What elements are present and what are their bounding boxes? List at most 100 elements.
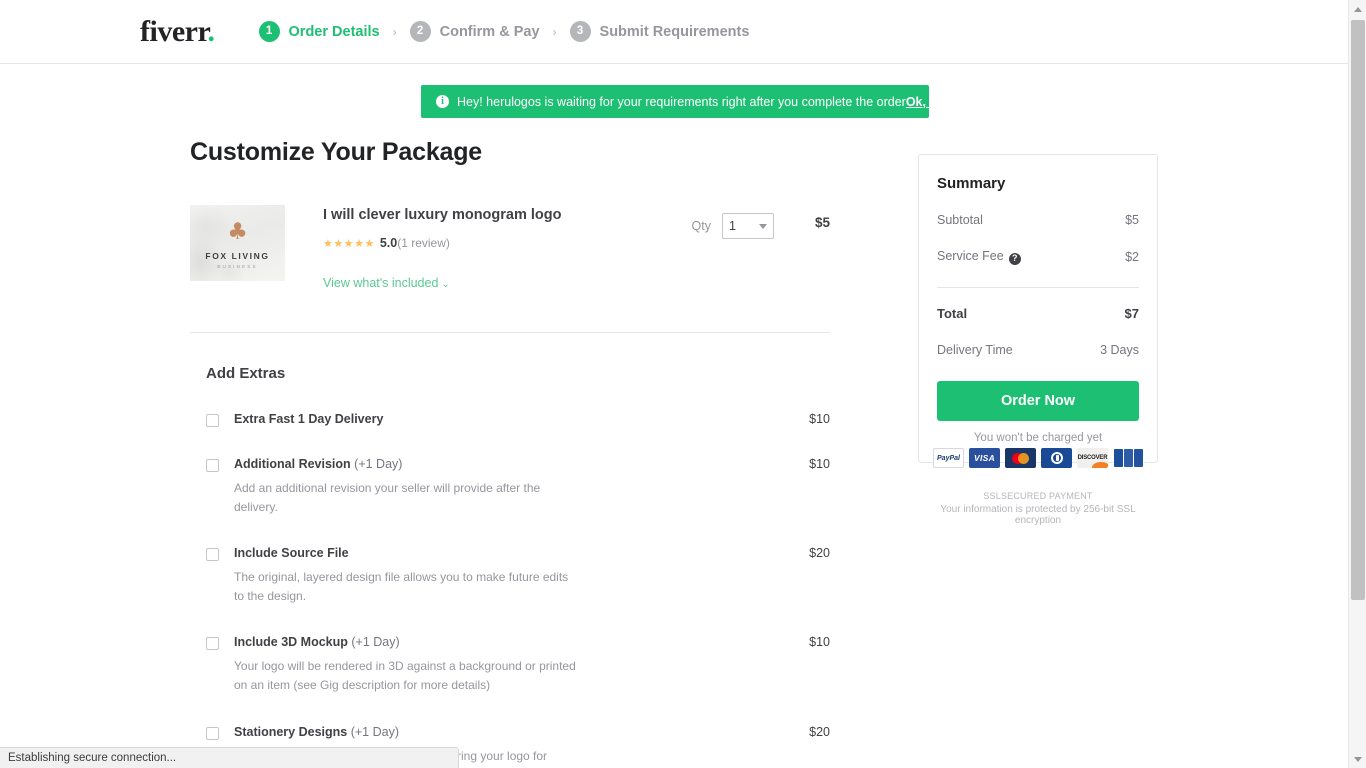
- gig-thumbnail-brand: FOX LIVING: [205, 251, 270, 261]
- page-title: Customize Your Package: [190, 138, 482, 166]
- quantity-control: Qty 1: [692, 213, 774, 239]
- diners-club-icon: [1041, 448, 1072, 468]
- page-viewport: fiverr. 1 Order Details › 2 Confirm & Pa…: [0, 0, 1366, 768]
- logo-text: fiverr: [140, 14, 208, 48]
- quantity-label: Qty: [691, 219, 711, 233]
- scrollbar-thumb[interactable]: [1351, 20, 1365, 600]
- summary-row-delivery-time: Delivery Time 3 Days: [937, 343, 1139, 357]
- extra-price: $20: [809, 724, 830, 739]
- extra-checkbox-include-3d-mockup[interactable]: [206, 637, 219, 651]
- main-content: Customize Your Package ♣ FOX LIVING BUSI…: [190, 138, 830, 768]
- requirements-notification-banner: i Hey! herulogos is waiting for your req…: [421, 85, 960, 118]
- extra-label: Include 3D Mockup (+1 Day): [234, 635, 780, 649]
- extra-price: $20: [809, 546, 830, 561]
- extra-body: Extra Fast 1 Day Delivery: [234, 412, 780, 426]
- page-scrollbar[interactable]: [1348, 0, 1366, 768]
- step-number-2: 2: [409, 21, 431, 42]
- info-icon: i: [436, 95, 449, 108]
- site-header: fiverr. 1 Order Details › 2 Confirm & Pa…: [0, 0, 1348, 64]
- step-confirm-pay[interactable]: 2 Confirm & Pay: [409, 21, 540, 42]
- scroll-up-arrow-icon[interactable]: [1349, 0, 1366, 18]
- step-order-details[interactable]: 1 Order Details: [258, 21, 380, 42]
- extra-body: Include 3D Mockup (+1 Day) Your logo wil…: [234, 635, 780, 694]
- jcb-bar-1: [1114, 449, 1123, 467]
- extra-days: (+1 Day): [347, 724, 399, 739]
- gig-rating: ★★★★★ 5.0 (1 review): [323, 236, 692, 250]
- section-divider: [190, 332, 830, 333]
- scroll-down-arrow-icon[interactable]: [1349, 750, 1366, 768]
- extra-description: Your logo will be rendered in 3D against…: [234, 659, 576, 692]
- chevron-down-icon: [759, 223, 767, 229]
- fiverr-logo[interactable]: fiverr.: [140, 15, 215, 49]
- step-label-2: Confirm & Pay: [439, 23, 540, 40]
- status-text: Establishing secure connection...: [8, 752, 177, 764]
- paypal-icon: PayPal: [933, 448, 964, 468]
- jcb-bar-3: [1134, 449, 1143, 467]
- mastercard-icon: [1005, 448, 1036, 468]
- service-fee-label: Service Fee?: [937, 249, 1021, 265]
- extra-days: (+1 Day): [350, 457, 403, 471]
- total-label: Total: [937, 305, 968, 321]
- extra-checkbox-include-source-file[interactable]: [206, 548, 219, 562]
- step-submit-requirements[interactable]: 3 Submit Requirements: [569, 21, 750, 42]
- extra-price: $10: [809, 635, 830, 650]
- extra-item: Extra Fast 1 Day Delivery $10: [206, 412, 830, 427]
- step-number-1: 1: [258, 21, 280, 42]
- banner-dismiss-button[interactable]: Ok, got it: [906, 95, 960, 109]
- extra-item: Additional Revision (+1 Day) Add an addi…: [206, 457, 830, 516]
- extra-checkbox-additional-revision[interactable]: [206, 459, 219, 472]
- extra-body: Include Source File The original, layere…: [234, 546, 780, 605]
- extra-label: Extra Fast 1 Day Delivery: [234, 412, 780, 426]
- extra-label: Include Source File: [234, 546, 780, 560]
- extra-checkbox-stationery-designs[interactable]: [206, 726, 219, 740]
- browser-status-bar: Establishing secure connection...: [0, 747, 459, 768]
- summary-divider: [937, 286, 1139, 288]
- step-separator-icon-1: ›: [392, 24, 397, 39]
- extra-item: Include 3D Mockup (+1 Day) Your logo wil…: [206, 635, 830, 694]
- extra-description: Add an additional revision your seller w…: [234, 481, 541, 514]
- jcb-icon: [1113, 448, 1144, 468]
- gig-summary-row: ♣ FOX LIVING BUSINESS I will clever luxu…: [190, 205, 830, 292]
- help-icon[interactable]: ?: [1008, 252, 1021, 265]
- extra-name: Include Source File: [234, 546, 349, 561]
- extra-name: Stationery Designs: [234, 724, 348, 739]
- gig-info: I will clever luxury monogram logo ★★★★★…: [323, 205, 692, 292]
- banner-message: Hey! herulogos is waiting for your requi…: [457, 94, 906, 109]
- ssl-subtitle: Your information is protected by 256-bit…: [940, 504, 1136, 526]
- order-now-button[interactable]: Order Now: [937, 380, 1139, 421]
- extra-name: Additional Revision: [234, 457, 351, 471]
- gig-title[interactable]: I will clever luxury monogram logo: [323, 207, 692, 223]
- rating-count: (1 review): [397, 236, 450, 250]
- rating-score: 5.0: [379, 236, 398, 250]
- view-whats-included-label: View what's included: [323, 276, 439, 290]
- delivery-time-value: 3 Days: [1100, 342, 1139, 357]
- jcb-bar-2: [1124, 449, 1133, 467]
- summary-row-total: Total $7: [937, 306, 1139, 321]
- extra-label: Stationery Designs (+1 Day): [234, 725, 780, 739]
- charge-note: You won't be charged yet: [973, 431, 1103, 444]
- service-fee-value: $2: [1125, 249, 1139, 264]
- diners-ring: [1050, 452, 1063, 464]
- extra-days: (+1 Day): [347, 635, 400, 650]
- gig-price: $5: [814, 215, 830, 230]
- gig-thumbnail-monogram-icon: ♣: [227, 219, 248, 245]
- extra-item: Include Source File The original, layere…: [206, 546, 830, 605]
- extra-price: $10: [809, 412, 830, 426]
- star-rating-icon: ★★★★★: [323, 237, 375, 250]
- step-label-1: Order Details: [288, 23, 380, 40]
- gig-thumbnail-brand-sub: BUSINESS: [217, 264, 258, 269]
- subtotal-value: $5: [1125, 213, 1139, 227]
- checkout-stepper: 1 Order Details › 2 Confirm & Pay › 3 Su…: [258, 21, 750, 42]
- service-fee-text: Service Fee: [937, 249, 1004, 263]
- add-extras-title: Add Extras: [206, 365, 286, 382]
- extra-name: Extra Fast 1 Day Delivery: [234, 412, 384, 426]
- extra-checkbox-extra-fast-delivery[interactable]: [206, 414, 219, 427]
- view-whats-included-link[interactable]: View what's included ⌄: [323, 276, 450, 290]
- step-label-3: Submit Requirements: [599, 23, 750, 40]
- extra-name: Include 3D Mockup: [234, 635, 348, 650]
- step-number-3: 3: [569, 21, 591, 42]
- quantity-select[interactable]: 1: [722, 213, 774, 239]
- visa-icon: VISA: [969, 448, 1000, 468]
- chevron-down-icon: ⌄: [441, 279, 450, 290]
- summary-row-subtotal: Subtotal $5: [937, 213, 1139, 227]
